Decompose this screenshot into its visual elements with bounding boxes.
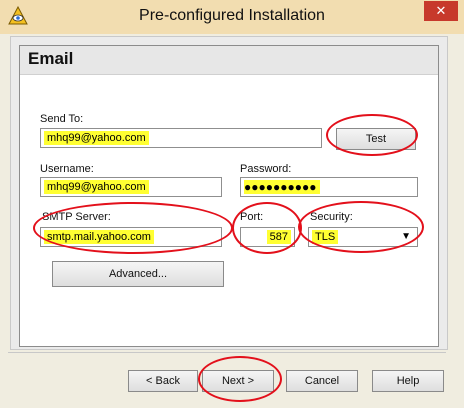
advanced-button-label: Advanced... <box>108 268 168 280</box>
section-header: Email <box>20 46 438 75</box>
smtp-label: SMTP Server: <box>42 211 111 223</box>
username-value: mhq99@yahoo.com <box>44 180 149 194</box>
password-value: ●●●●●●●●●● <box>244 180 320 194</box>
port-value: 587 <box>266 230 291 244</box>
username-label: Username: <box>40 163 94 175</box>
close-button[interactable]: ✕ <box>424 1 458 21</box>
password-field[interactable]: ●●●●●●●●●● <box>240 177 418 197</box>
close-icon: ✕ <box>435 3 447 18</box>
cancel-button[interactable]: Cancel <box>286 370 358 392</box>
back-button[interactable]: < Back <box>128 370 198 392</box>
username-field[interactable]: mhq99@yahoo.com <box>40 177 222 197</box>
security-select[interactable]: TLS ▼ <box>308 227 418 247</box>
chevron-down-icon: ▼ <box>401 231 411 242</box>
test-button[interactable]: Test <box>336 128 416 150</box>
installer-window: Pre-configured Installation ✕ Email Send… <box>0 0 464 408</box>
help-button-label: Help <box>396 375 420 387</box>
port-label: Port: <box>240 211 264 223</box>
content-panel: Email Send To: mhq99@yahoo.com Test User… <box>10 36 448 350</box>
section-title: Email <box>28 49 74 68</box>
security-value: TLS <box>312 230 339 244</box>
smtp-value: smtp.mail.yahoo.com <box>44 230 154 244</box>
security-label: Security: <box>310 211 353 223</box>
advanced-button[interactable]: Advanced... <box>52 261 224 287</box>
next-button[interactable]: Next > <box>202 370 274 392</box>
help-button[interactable]: Help <box>372 370 444 392</box>
window-title: Pre-configured Installation <box>139 7 325 24</box>
title-bar: Pre-configured Installation ✕ <box>0 0 464 34</box>
send-to-value: mhq99@yahoo.com <box>44 131 149 145</box>
send-to-label: Send To: <box>40 113 84 125</box>
test-button-label: Test <box>365 133 387 145</box>
password-dots: ●●●●●●●●●● <box>244 180 317 194</box>
next-button-label: Next > <box>221 375 255 387</box>
email-panel: Email Send To: mhq99@yahoo.com Test User… <box>19 45 439 347</box>
smtp-field[interactable]: smtp.mail.yahoo.com <box>40 227 222 247</box>
port-field[interactable]: 587 <box>240 227 295 247</box>
back-button-label: < Back <box>146 375 180 387</box>
footer-separator <box>8 352 446 353</box>
send-to-field[interactable]: mhq99@yahoo.com <box>40 128 322 148</box>
cancel-button-label: Cancel <box>304 375 340 387</box>
password-label: Password: <box>240 163 292 175</box>
